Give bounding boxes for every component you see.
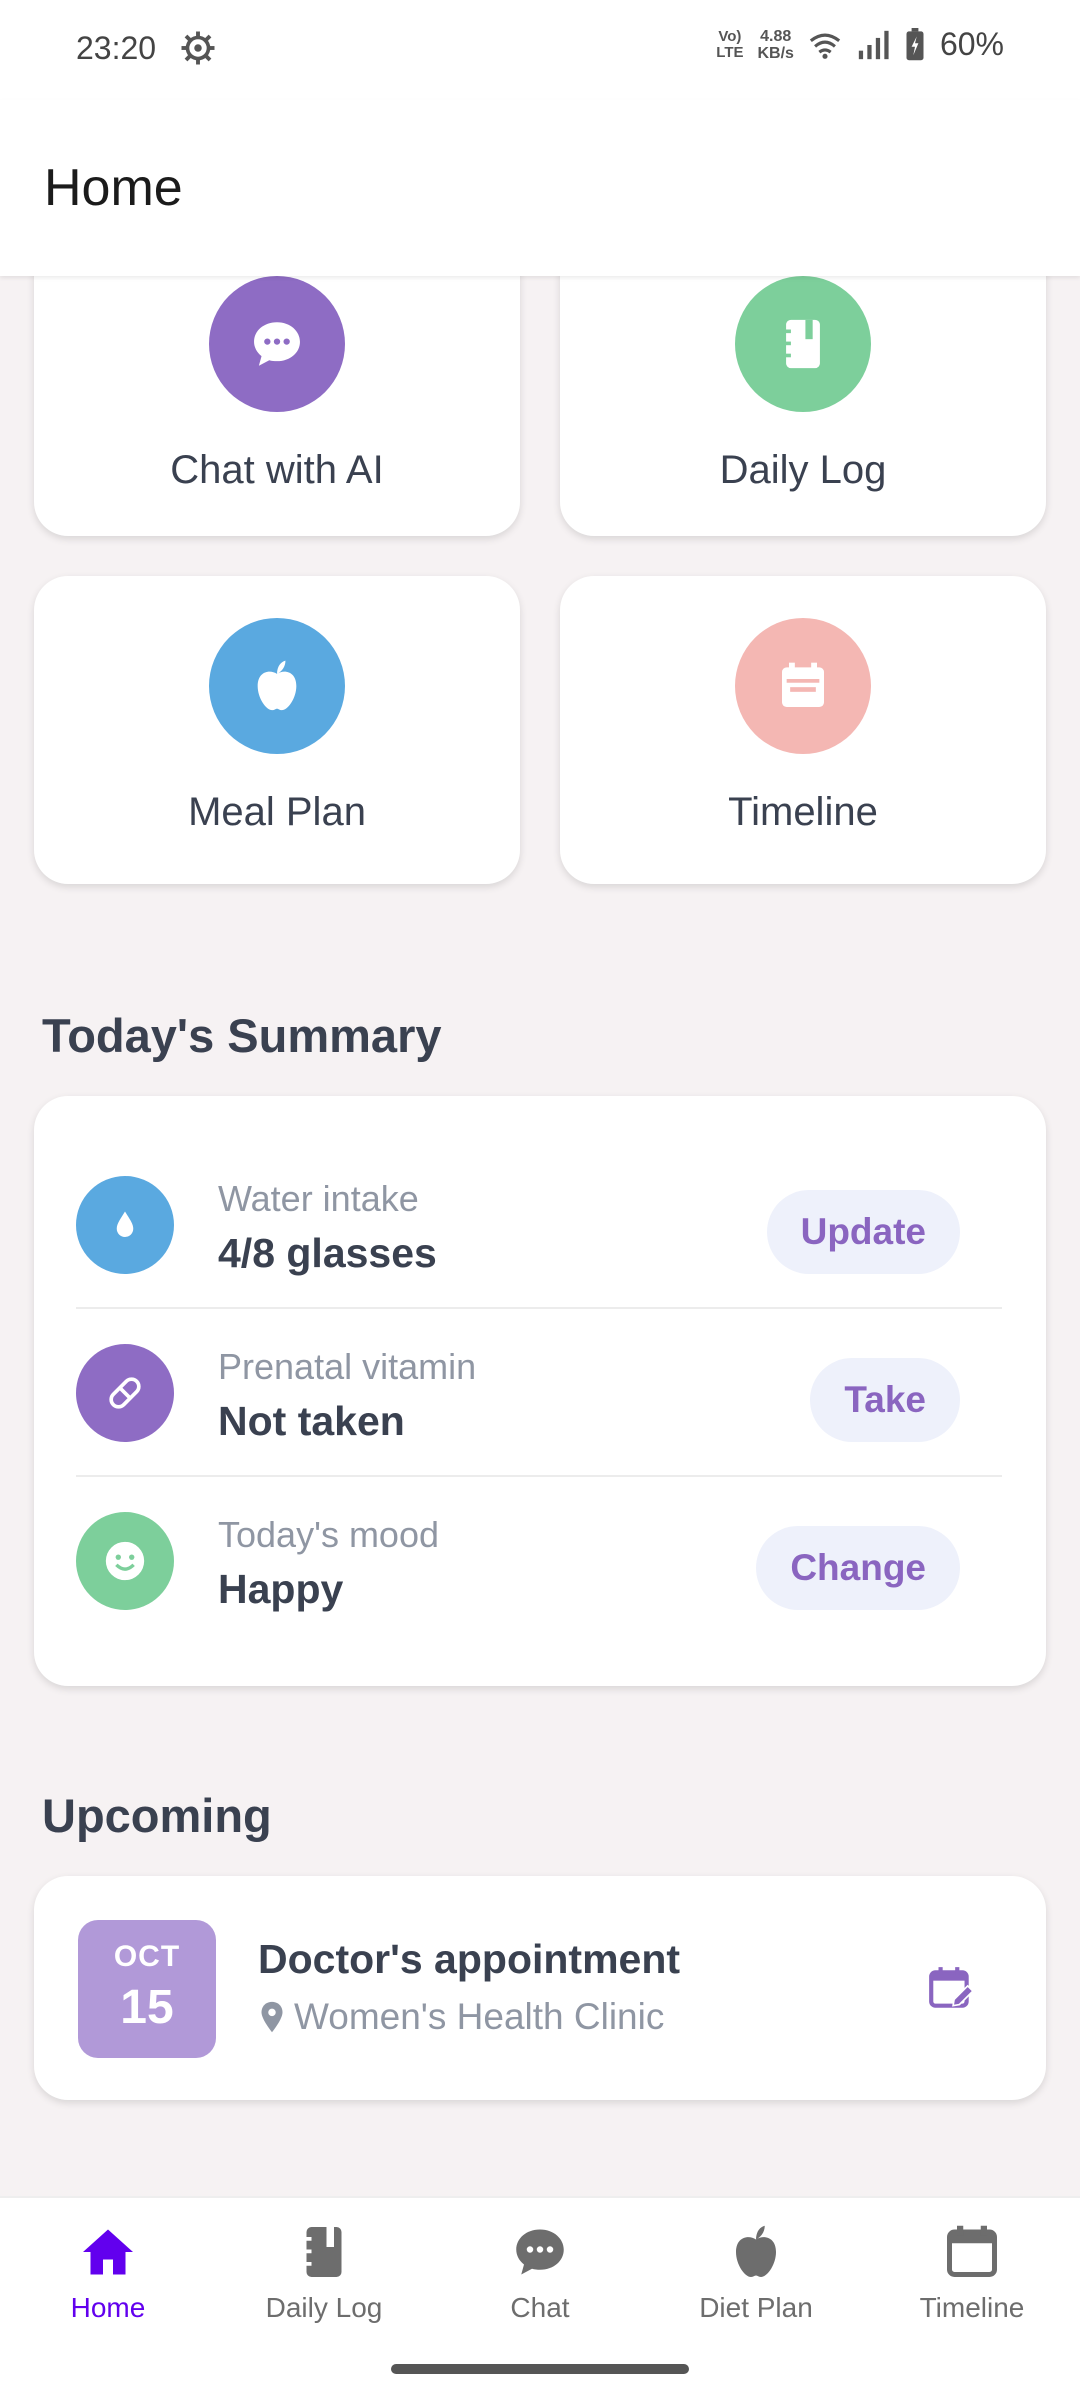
appointment-card[interactable]: OCT 15 Doctor's appointment Women's Heal… bbox=[34, 1876, 1046, 2100]
page-title: Home bbox=[44, 159, 183, 217]
edit-calendar-icon[interactable] bbox=[926, 1964, 976, 2014]
network-speed: 4.88 KB/s bbox=[757, 27, 794, 62]
date-badge: OCT 15 bbox=[78, 1920, 216, 2058]
upcoming-title: Upcoming bbox=[42, 1789, 272, 1842]
feature-card-daily-log[interactable]: Daily Log bbox=[560, 276, 1046, 536]
main-content: Chat with AI Daily Log Meal Plan Timelin… bbox=[0, 276, 1080, 2196]
summary-title: Today's Summary bbox=[42, 1009, 442, 1062]
home-icon bbox=[83, 2229, 133, 2275]
summary-label: Today's mood bbox=[218, 1514, 439, 1555]
volte-indicator: Vo) LTE bbox=[716, 27, 744, 61]
feature-label: Timeline bbox=[728, 790, 878, 834]
status-time: 23:20 bbox=[76, 30, 157, 66]
appointment-location: Women's Health Clinic bbox=[258, 1996, 664, 2038]
status-bar: 23:20 Vo) LTE 4.88 KB/s 60% bbox=[0, 0, 1080, 100]
feature-card-timeline[interactable]: Timeline bbox=[560, 576, 1046, 884]
feature-label: Daily Log bbox=[719, 448, 887, 492]
summary-value: Happy bbox=[218, 1566, 344, 1612]
apple-icon bbox=[736, 2225, 776, 2277]
battery-icon bbox=[906, 27, 924, 60]
summary-row-mood: Today's mood Happy Change bbox=[42, 1476, 1004, 1644]
signal-icon bbox=[858, 30, 889, 59]
nav-diet-plan[interactable]: Diet Plan bbox=[648, 2222, 864, 2352]
feature-card-meal-plan[interactable]: Meal Plan bbox=[34, 576, 520, 884]
nav-label: Daily Log bbox=[265, 2292, 383, 2323]
notebook-icon bbox=[735, 276, 871, 412]
date-day: 15 bbox=[120, 1981, 174, 2034]
location-text: Women's Health Clinic bbox=[294, 1996, 665, 2037]
apple-icon bbox=[209, 618, 345, 754]
nav-daily-log[interactable]: Daily Log bbox=[216, 2222, 432, 2352]
summary-row-water: Water intake 4/8 glasses Update bbox=[42, 1140, 1004, 1308]
summary-value: Not taken bbox=[218, 1398, 405, 1444]
water-drop-icon bbox=[76, 1176, 174, 1274]
nav-timeline[interactable]: Timeline bbox=[864, 2222, 1080, 2352]
smiley-icon bbox=[76, 1512, 174, 1610]
feature-card-chat-with-ai[interactable]: Chat with AI bbox=[34, 276, 520, 536]
location-pin-icon bbox=[261, 2001, 283, 2033]
summary-label: Water intake bbox=[218, 1178, 419, 1219]
date-month: OCT bbox=[113, 1940, 181, 1973]
update-water-button[interactable]: Update bbox=[766, 1190, 960, 1274]
nav-label: Diet Plan bbox=[699, 2292, 813, 2323]
appointment-title: Doctor's appointment bbox=[258, 1936, 681, 1982]
change-mood-button[interactable]: Change bbox=[756, 1526, 960, 1610]
calendar-icon bbox=[735, 618, 871, 754]
nav-label: Chat bbox=[510, 2292, 570, 2323]
nav-chat[interactable]: Chat bbox=[432, 2222, 648, 2352]
calendar-icon bbox=[947, 2225, 997, 2277]
notebook-icon bbox=[304, 2227, 342, 2277]
nav-label: Timeline bbox=[919, 2292, 1025, 2323]
nav-label: Home bbox=[70, 2292, 146, 2323]
pill-icon bbox=[76, 1344, 174, 1442]
settings-gear-icon bbox=[181, 31, 215, 65]
app-bar: Home bbox=[0, 100, 1080, 276]
feature-label: Meal Plan bbox=[188, 790, 366, 834]
gesture-home-indicator[interactable] bbox=[391, 2364, 689, 2374]
summary-value: 4/8 glasses bbox=[218, 1230, 437, 1276]
take-vitamin-button[interactable]: Take bbox=[810, 1358, 960, 1442]
feature-label: Chat with AI bbox=[170, 448, 384, 492]
battery-level: 60% bbox=[939, 26, 1004, 62]
summary-row-vitamin: Prenatal vitamin Not taken Take bbox=[42, 1308, 1004, 1476]
nav-home[interactable]: Home bbox=[0, 2222, 216, 2352]
wifi-icon bbox=[809, 33, 841, 59]
chat-icon bbox=[209, 276, 345, 412]
summary-label: Prenatal vitamin bbox=[218, 1346, 477, 1387]
chat-icon bbox=[516, 2229, 564, 2275]
